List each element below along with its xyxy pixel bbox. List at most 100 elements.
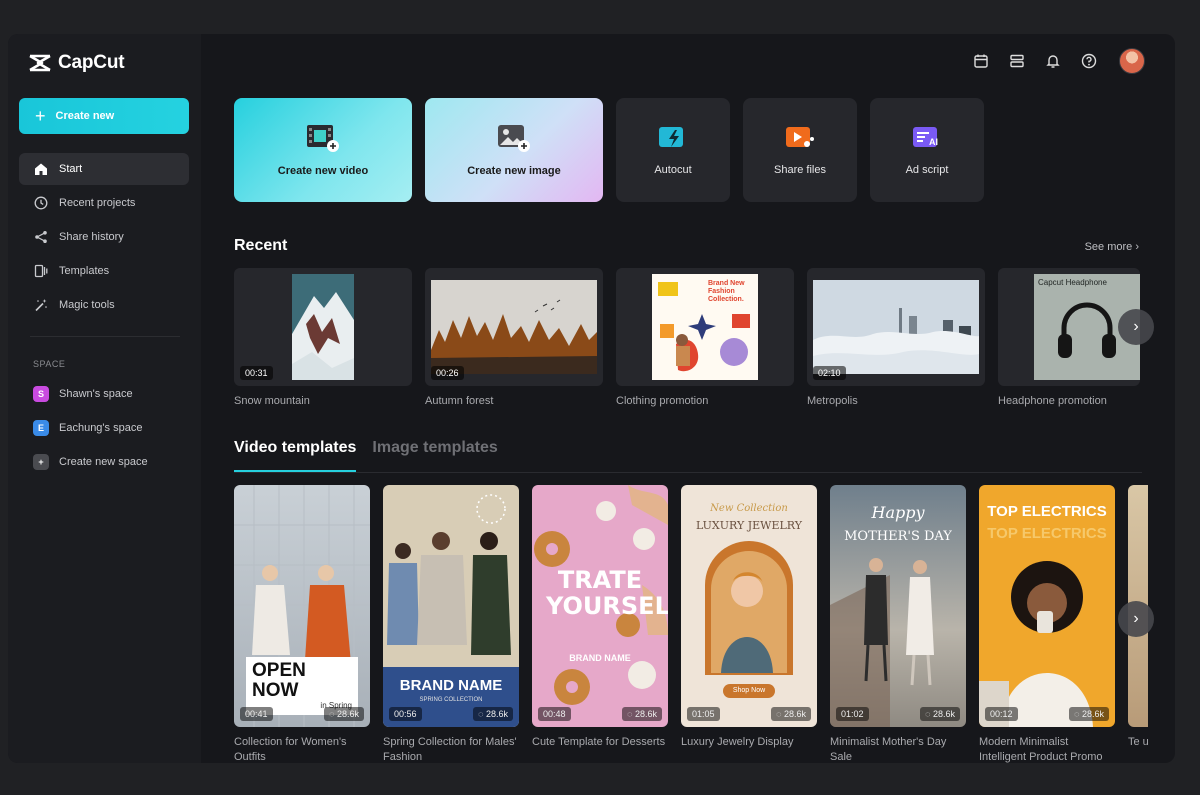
- usage-count: 28.6k: [1081, 709, 1104, 719]
- magic-wand-icon: [33, 297, 49, 313]
- space-label: Create new space: [59, 456, 148, 468]
- template-card[interactable]: Happy MOTHER'S DAY 01:02 ◌ 28.6k Minimal…: [830, 485, 966, 763]
- recent-item[interactable]: 00:31 Snow mountain: [234, 268, 412, 407]
- avatar[interactable]: [1119, 48, 1145, 74]
- recent-item-label: Headphone promotion: [998, 395, 1107, 407]
- help-icon[interactable]: [1079, 51, 1099, 71]
- tab-image-templates[interactable]: Image templates: [372, 439, 497, 472]
- app-name: CapCut: [58, 52, 125, 73]
- template-card[interactable]: New Collection LUXURY JEWELRY Shop Now 0…: [681, 485, 817, 763]
- recent-item-label: Autumn forest: [425, 395, 494, 407]
- bell-icon[interactable]: [1043, 51, 1063, 71]
- sidebar-item-label: Share history: [59, 231, 124, 243]
- shop-now-button[interactable]: Shop Now: [723, 684, 775, 698]
- tab-video-templates[interactable]: Video templates: [234, 439, 357, 472]
- recent-item[interactable]: Capcut Headphone Headphone promotion: [998, 268, 1140, 407]
- recent-thumbnail: Brand New Fashion Collection.: [616, 268, 794, 386]
- space-item-shawn[interactable]: S Shawn's space: [19, 377, 189, 411]
- plus-icon: +: [35, 106, 46, 126]
- recent-thumbnail: 00:26: [425, 268, 603, 386]
- template-thumbnail: TRATE YOURSELF BRAND NAME 00:48 ◌ 28.6k: [532, 485, 668, 727]
- template-thumbnail: TOP ELECTRICS TOP ELECTRICS 00:12 ◌ 28.6…: [979, 485, 1115, 727]
- sidebar-divider: [30, 336, 180, 337]
- usage-count: 28.6k: [336, 709, 359, 719]
- quick-action-label: Ad script: [905, 164, 949, 176]
- usage-badge: ◌ 28.6k: [324, 707, 364, 721]
- share-files-card[interactable]: Share files: [743, 98, 857, 202]
- recent-list: 00:31 Snow mountain 00:26 Autumn forest: [234, 268, 1140, 407]
- template-overlay-text: BRAND NAME: [399, 677, 503, 694]
- sidebar-item-magic-tools[interactable]: Magic tools: [19, 289, 189, 321]
- autocut-icon: [659, 127, 683, 147]
- sidebar-nav: Start Recent projects Share history Temp…: [19, 153, 189, 323]
- sidebar-item-label: Templates: [59, 265, 110, 277]
- space-badge: S: [33, 386, 49, 402]
- recent-next-button[interactable]: ›: [1118, 309, 1154, 345]
- create-new-button[interactable]: + Create new: [19, 98, 189, 134]
- usage-badge: ◌ 28.6k: [622, 707, 662, 721]
- recent-thumbnail: 00:31: [234, 268, 412, 386]
- templates-icon: [33, 263, 49, 279]
- share-files-icon: [786, 127, 814, 147]
- svg-text:AI: AI: [929, 137, 938, 147]
- create-new-image-card[interactable]: Create new image: [425, 98, 603, 202]
- sidebar: CapCut + Create new Start Recent project…: [8, 34, 201, 763]
- recent-item[interactable]: 00:26 Autumn forest: [425, 268, 603, 407]
- recent-item-label: Clothing promotion: [616, 395, 709, 407]
- capcut-logo[interactable]: CapCut: [28, 52, 125, 74]
- recent-item-label: Snow mountain: [234, 395, 310, 407]
- space-heading: SPACE: [33, 359, 66, 369]
- clothing-promo-image: Brand New Fashion Collection.: [652, 274, 758, 380]
- chevron-right-icon: ›: [1133, 318, 1139, 335]
- template-overlay-sub: SPRING COLLECTION: [419, 697, 483, 703]
- recent-item[interactable]: 02:10 Metropolis: [807, 268, 985, 407]
- duration-badge: 01:02: [836, 707, 869, 721]
- metropolis-image: [813, 280, 979, 374]
- see-more-link[interactable]: See more ›: [1085, 241, 1139, 253]
- template-card[interactable]: TOP ELECTRICS TOP ELECTRICS 00:12 ◌ 28.6…: [979, 485, 1115, 763]
- duration-badge: 02:10: [813, 366, 846, 380]
- space-item-eachung[interactable]: E Eachung's space: [19, 411, 189, 445]
- ad-script-card[interactable]: AI Ad script: [870, 98, 984, 202]
- quick-action-label: Share files: [774, 164, 826, 176]
- usage-badge: ◌ 28.6k: [1069, 707, 1109, 721]
- create-new-space[interactable]: + Create new space: [19, 445, 189, 479]
- storage-icon[interactable]: [1007, 51, 1027, 71]
- quick-action-label: Create new video: [277, 165, 369, 177]
- autocut-card[interactable]: Autocut: [616, 98, 730, 202]
- template-card[interactable]: TRATE YOURSELF BRAND NAME 00:48 ◌ 28.6k …: [532, 485, 668, 763]
- template-label: Luxury Jewelry Display: [681, 736, 794, 748]
- sidebar-item-recent-projects[interactable]: Recent projects: [19, 187, 189, 219]
- top-toolbar: [971, 48, 1145, 74]
- duration-badge: 00:12: [985, 707, 1018, 721]
- recent-item[interactable]: Brand New Fashion Collection. Clothing p…: [616, 268, 794, 407]
- recent-item-label: Metropolis: [807, 395, 858, 407]
- create-new-label: Create new: [55, 110, 115, 122]
- mothers-day-image: [830, 558, 934, 727]
- sidebar-item-start[interactable]: Start: [19, 153, 189, 185]
- recent-heading: Recent: [234, 237, 288, 254]
- template-card[interactable]: BRAND NAME SPRING COLLECTION 00:56 ◌ 28.…: [383, 485, 519, 763]
- template-label: Modern Minimalist Intelligent Product Pr…: [979, 736, 1103, 763]
- create-new-video-card[interactable]: Create new video: [234, 98, 412, 202]
- usage-count: 28.6k: [783, 709, 806, 719]
- template-thumbnail: Happy MOTHER'S DAY 01:02 ◌ 28.6k: [830, 485, 966, 727]
- duration-badge: 00:31: [240, 366, 273, 380]
- sidebar-item-share-history[interactable]: Share history: [19, 221, 189, 253]
- templates-next-button[interactable]: ›: [1118, 601, 1154, 637]
- calendar-icon[interactable]: [971, 51, 991, 71]
- snow-mountain-image: [292, 274, 354, 380]
- sidebar-item-label: Start: [59, 163, 83, 175]
- template-thumbnail: BRAND NAME SPRING COLLECTION 00:56 ◌ 28.…: [383, 485, 519, 727]
- template-thumbnail: OPEN NOW in Spring 00:41 ◌ 28.6k: [234, 485, 370, 727]
- duration-badge: 01:05: [687, 707, 720, 721]
- template-thumbnail: New Collection LUXURY JEWELRY Shop Now 0…: [681, 485, 817, 727]
- usage-badge: ◌ 28.6k: [473, 707, 513, 721]
- template-label: Collection for Women's Outfits: [234, 736, 347, 763]
- template-card[interactable]: OPEN NOW in Spring 00:41 ◌ 28.6k Collect…: [234, 485, 370, 763]
- space-label: Eachung's space: [59, 422, 143, 434]
- quick-action-label: Autocut: [654, 164, 692, 176]
- sidebar-item-templates[interactable]: Templates: [19, 255, 189, 287]
- film-plus-icon: [307, 125, 339, 152]
- usage-count: 28.6k: [485, 709, 508, 719]
